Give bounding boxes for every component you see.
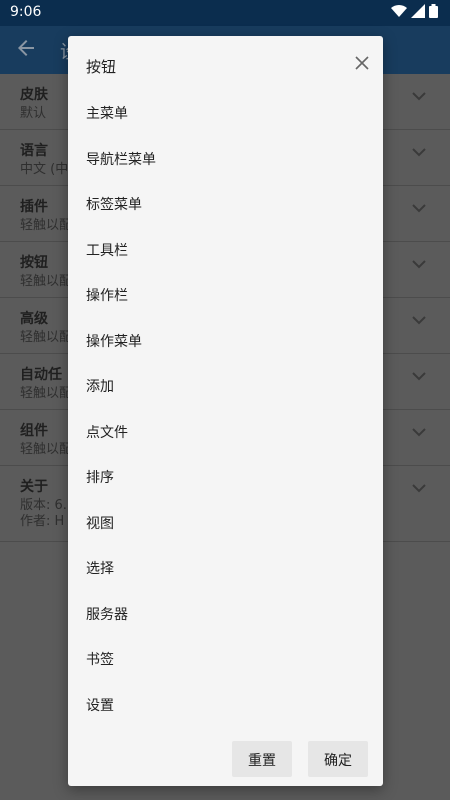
menu-item-select[interactable]: 选择 [68, 547, 383, 593]
menu-item-view[interactable]: 视图 [68, 502, 383, 548]
menu-item-main-menu[interactable]: 主菜单 [68, 92, 383, 138]
setting-title: 插件 [20, 199, 48, 215]
chevron-down-icon [412, 484, 426, 493]
chevron-down-icon [412, 428, 426, 437]
setting-subtitle: 轻触以配 [20, 330, 73, 345]
chevron-down-icon [412, 204, 426, 213]
status-icons [391, 4, 438, 18]
menu-item-toolbar[interactable]: 工具栏 [68, 229, 383, 275]
menu-item-settings[interactable]: 设置 [68, 684, 383, 730]
menu-item-add[interactable]: 添加 [68, 365, 383, 411]
setting-title: 自动任 [20, 367, 62, 383]
status-time: 9:06 [10, 4, 42, 20]
chevron-down-icon [412, 316, 426, 325]
menu-item-server[interactable]: 服务器 [68, 593, 383, 639]
setting-title: 按钮 [20, 255, 48, 271]
setting-subtitle: 轻触以配 [20, 386, 73, 401]
reset-button[interactable]: 重置 [232, 741, 292, 777]
menu-item-tab-menu[interactable]: 标签菜单 [68, 183, 383, 229]
setting-subtitle: 中文 (中 [20, 162, 69, 177]
setting-title: 组件 [20, 423, 48, 439]
buttons-dialog: 按钮 主菜单 导航栏菜单 标签菜单 工具栏 操作栏 操作菜单 添加 点文件 排序… [68, 36, 383, 786]
signal-icon [411, 4, 425, 18]
setting-title: 关于 [20, 479, 48, 495]
setting-subtitle: 轻触以配 [20, 218, 73, 233]
ok-button[interactable]: 确定 [308, 741, 368, 777]
menu-item-sort[interactable]: 排序 [68, 456, 383, 502]
back-arrow-icon[interactable] [14, 36, 38, 60]
wifi-icon [391, 4, 407, 18]
chevron-down-icon [412, 260, 426, 269]
dialog-title: 按钮 [86, 58, 117, 76]
setting-subtitle: 轻触以配 [20, 274, 73, 289]
menu-item-action-bar[interactable]: 操作栏 [68, 274, 383, 320]
chevron-down-icon [412, 148, 426, 157]
chevron-down-icon [412, 372, 426, 381]
menu-item-bookmarks[interactable]: 书签 [68, 638, 383, 684]
menu-item-dot-files[interactable]: 点文件 [68, 411, 383, 457]
setting-subtitle-author: 作者: H [20, 514, 65, 529]
setting-title: 皮肤 [20, 87, 48, 103]
setting-title: 语言 [20, 143, 48, 159]
chevron-down-icon [412, 92, 426, 101]
setting-subtitle: 默认 [20, 106, 47, 121]
setting-subtitle: 轻触以配 [20, 442, 73, 457]
dialog-menu: 主菜单 导航栏菜单 标签菜单 工具栏 操作栏 操作菜单 添加 点文件 排序 视图… [68, 92, 383, 729]
battery-icon [429, 4, 438, 18]
menu-item-navbar-menu[interactable]: 导航栏菜单 [68, 138, 383, 184]
status-bar: 9:06 [0, 0, 450, 26]
setting-title: 高级 [20, 311, 48, 327]
menu-item-action-menu[interactable]: 操作菜单 [68, 320, 383, 366]
close-icon[interactable] [355, 56, 369, 70]
